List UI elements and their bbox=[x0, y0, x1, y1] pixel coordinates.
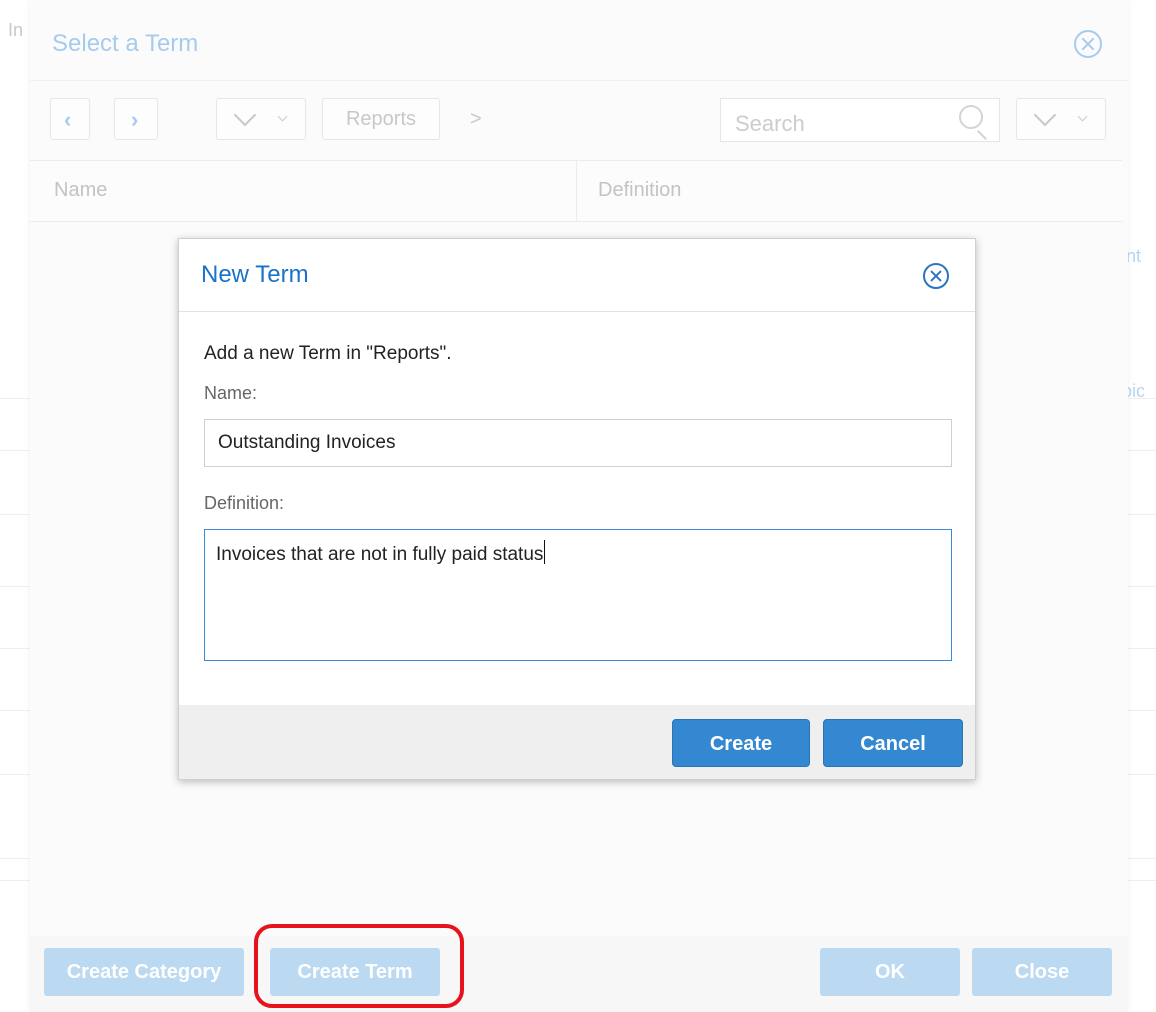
chevron-down-icon bbox=[233, 103, 257, 127]
definition-field-value: Invoices that are not in fully paid stat… bbox=[216, 544, 544, 565]
search-icon[interactable] bbox=[959, 105, 983, 129]
column-header-definition[interactable]: Definition bbox=[598, 179, 681, 202]
toolbar-divider bbox=[30, 80, 1128, 81]
chevron-down-icon bbox=[1033, 103, 1057, 127]
options-dropdown[interactable] bbox=[1016, 98, 1106, 140]
name-field[interactable]: Outstanding Invoices bbox=[204, 419, 952, 467]
search-input[interactable]: Search bbox=[720, 98, 1000, 142]
text-caret bbox=[544, 540, 546, 564]
forward-arrow-icon: › bbox=[131, 107, 139, 132]
table-header: Name Definition bbox=[30, 160, 1122, 222]
ok-button[interactable]: OK bbox=[820, 948, 960, 996]
modal-footer: Create Cancel bbox=[179, 705, 975, 779]
definition-label: Definition: bbox=[204, 493, 285, 513]
back-button[interactable]: ‹ bbox=[50, 98, 90, 140]
view-dropdown[interactable] bbox=[216, 98, 306, 140]
definition-field[interactable]: Invoices that are not in fully paid stat… bbox=[204, 529, 952, 661]
new-term-dialog: New Term Add a new Term in "Reports". Na… bbox=[178, 238, 976, 780]
column-header-name[interactable]: Name bbox=[54, 179, 107, 202]
modal-title: New Term bbox=[201, 261, 309, 288]
cancel-button[interactable]: Cancel bbox=[823, 719, 963, 767]
column-divider[interactable] bbox=[576, 161, 577, 221]
name-field-value: Outstanding Invoices bbox=[218, 432, 396, 453]
modal-header-divider bbox=[179, 311, 975, 312]
back-arrow-icon: ‹ bbox=[64, 107, 72, 132]
chevron-down-icon bbox=[1077, 111, 1088, 122]
modal-intro-text: Add a new Term in "Reports". bbox=[204, 343, 452, 364]
dialog-title: Select a Term bbox=[52, 30, 199, 57]
chevron-down-icon bbox=[277, 111, 288, 122]
create-category-button[interactable]: Create Category bbox=[44, 948, 244, 996]
background-link-fragment: nt bbox=[1126, 246, 1142, 266]
search-placeholder: Search bbox=[735, 111, 805, 136]
background-text-fragment: In bbox=[8, 20, 24, 40]
highlight-annotation bbox=[254, 924, 464, 1008]
create-button[interactable]: Create bbox=[672, 719, 810, 767]
dialog-footer: Create Category Create Term OK Close bbox=[30, 936, 1128, 1012]
close-circle-icon[interactable] bbox=[1074, 30, 1102, 58]
breadcrumb-separator: > bbox=[470, 108, 482, 130]
breadcrumb-reports[interactable]: Reports bbox=[322, 98, 440, 140]
close-circle-icon[interactable] bbox=[923, 263, 949, 289]
name-label: Name: bbox=[204, 383, 258, 403]
forward-button[interactable]: › bbox=[114, 98, 158, 140]
close-button[interactable]: Close bbox=[972, 948, 1112, 996]
